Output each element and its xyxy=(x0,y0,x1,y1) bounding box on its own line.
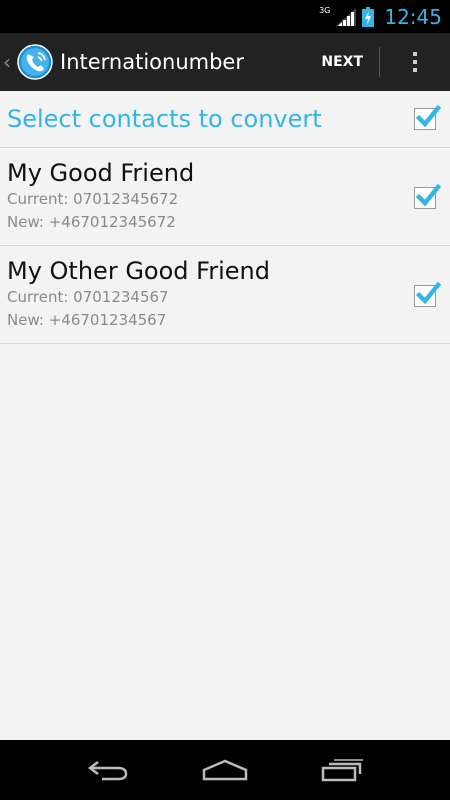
select-all-row[interactable]: Select contacts to convert xyxy=(0,91,450,148)
contact-list-screen: Select contacts to convert My Good Frien… xyxy=(0,91,450,740)
checkmark-icon xyxy=(415,281,442,305)
contact-checkbox[interactable] xyxy=(414,183,442,209)
contact-row[interactable]: My Other Good Friend Current: 0701234567… xyxy=(0,246,450,344)
back-button[interactable] xyxy=(78,750,138,790)
checkmark-icon xyxy=(415,183,442,207)
back-icon xyxy=(88,761,128,781)
checkmark-icon xyxy=(415,104,442,128)
recents-button[interactable] xyxy=(312,750,372,790)
up-chevron-icon[interactable]: ‹ xyxy=(3,50,15,74)
next-button[interactable]: NEXT xyxy=(305,33,379,91)
app-title: Internationumber xyxy=(60,50,244,74)
contact-checkbox[interactable] xyxy=(414,281,442,307)
recents-icon xyxy=(321,759,363,782)
contact-new-number: New: +467012345672 xyxy=(7,213,176,231)
clock: 12:45 xyxy=(384,4,442,29)
status-bar: 3G 12:45 xyxy=(0,0,450,33)
home-button[interactable] xyxy=(195,750,255,790)
battery-charging-icon xyxy=(362,6,375,27)
status-icons: 3G 12:45 xyxy=(319,4,442,29)
contact-current-number: Current: 0701234567 xyxy=(7,288,169,306)
home-icon xyxy=(202,759,248,781)
overflow-menu-icon xyxy=(413,52,417,72)
contact-row[interactable]: My Good Friend Current: 07012345672 New:… xyxy=(0,148,450,246)
action-bar: ‹ Internationumber NEXT xyxy=(0,33,450,91)
phone-call-icon[interactable] xyxy=(17,44,53,80)
contact-new-number: New: +46701234567 xyxy=(7,311,167,329)
select-all-checkbox[interactable] xyxy=(414,104,442,130)
contact-name: My Good Friend xyxy=(7,159,195,187)
contact-current-number: Current: 07012345672 xyxy=(7,190,179,208)
network-type-label: 3G xyxy=(319,6,331,15)
navigation-bar xyxy=(0,740,450,800)
contact-name: My Other Good Friend xyxy=(7,257,270,285)
select-contacts-heading: Select contacts to convert xyxy=(7,105,322,133)
overflow-menu-button[interactable] xyxy=(380,33,450,91)
signal-strength-icon xyxy=(336,7,357,26)
